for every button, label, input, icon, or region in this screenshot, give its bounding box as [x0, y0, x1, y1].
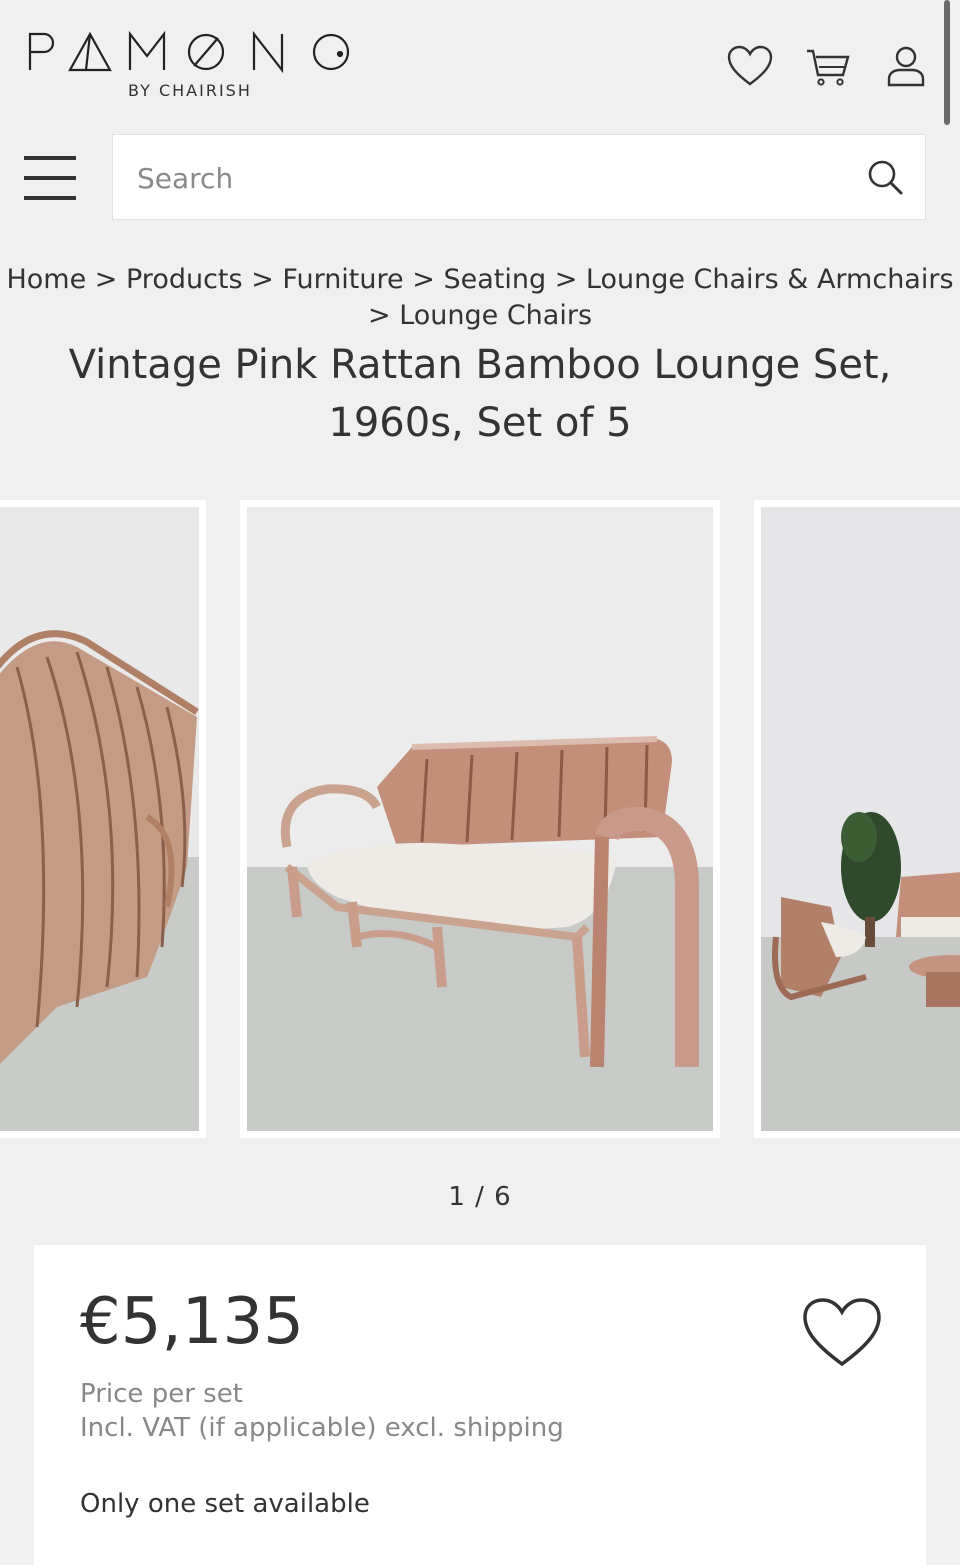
breadcrumb-lounge-chairs[interactable]: Lounge Chairs: [399, 300, 592, 331]
price-card: €5,135 Price per set Incl. VAT (if appli…: [34, 1245, 926, 1565]
logo-tagline: BY CHAIRISH: [128, 81, 252, 100]
gallery-slide-next[interactable]: [754, 500, 960, 1138]
menu-button[interactable]: [24, 153, 78, 203]
breadcrumb-seating[interactable]: Seating: [443, 264, 546, 295]
scrollbar[interactable]: [944, 0, 950, 125]
breadcrumb: Home > Products > Furniture > Seating > …: [0, 262, 960, 334]
logo-wordmark: [28, 30, 350, 74]
product-image-prev: [0, 507, 199, 1131]
search-button[interactable]: [865, 157, 905, 197]
breadcrumb-products[interactable]: Products: [126, 264, 243, 295]
pamono-logo[interactable]: BY CHAIRISH: [26, 28, 366, 100]
account-button[interactable]: [882, 42, 930, 90]
breadcrumb-separator: >: [412, 264, 435, 295]
breadcrumb-separator: >: [251, 264, 274, 295]
breadcrumb-lounge-chairs-armchairs[interactable]: Lounge Chairs & Armchairs: [586, 264, 954, 295]
price-terms: Incl. VAT (if applicable) excl. shipping: [80, 1413, 564, 1443]
availability-text: Only one set available: [80, 1489, 370, 1519]
gallery-slide-current[interactable]: [240, 500, 720, 1138]
cart-button[interactable]: [804, 42, 852, 90]
product-image-current: [247, 507, 713, 1131]
product-gallery[interactable]: [0, 500, 960, 1140]
heart-icon: [727, 45, 773, 86]
cart-icon: [807, 49, 850, 86]
product-title: Vintage Pink Rattan Bamboo Lounge Set, 1…: [68, 342, 892, 446]
search-input[interactable]: [135, 135, 839, 221]
gallery-counter: 1 / 6: [448, 1182, 512, 1212]
breadcrumb-separator: >: [367, 300, 391, 331]
breadcrumb-home[interactable]: Home: [6, 264, 86, 295]
add-to-favorites-button[interactable]: [802, 1297, 882, 1369]
favorites-button[interactable]: [726, 42, 774, 90]
header-actions: [726, 42, 930, 90]
user-icon: [887, 46, 925, 87]
search-bar: [112, 134, 926, 221]
product-price: €5,135: [80, 1285, 304, 1359]
price-note: Price per set Incl. VAT (if applicable) …: [80, 1377, 564, 1445]
breadcrumb-separator: >: [94, 264, 118, 295]
price-unit: Price per set: [80, 1379, 243, 1409]
search-icon: [868, 160, 903, 195]
gallery-slide-prev[interactable]: [0, 500, 206, 1138]
product-image-next: [761, 507, 960, 1131]
hamburger-icon: [24, 156, 76, 200]
breadcrumb-furniture[interactable]: Furniture: [282, 264, 403, 295]
heart-icon: [803, 1298, 881, 1367]
breadcrumb-separator: >: [554, 264, 578, 295]
